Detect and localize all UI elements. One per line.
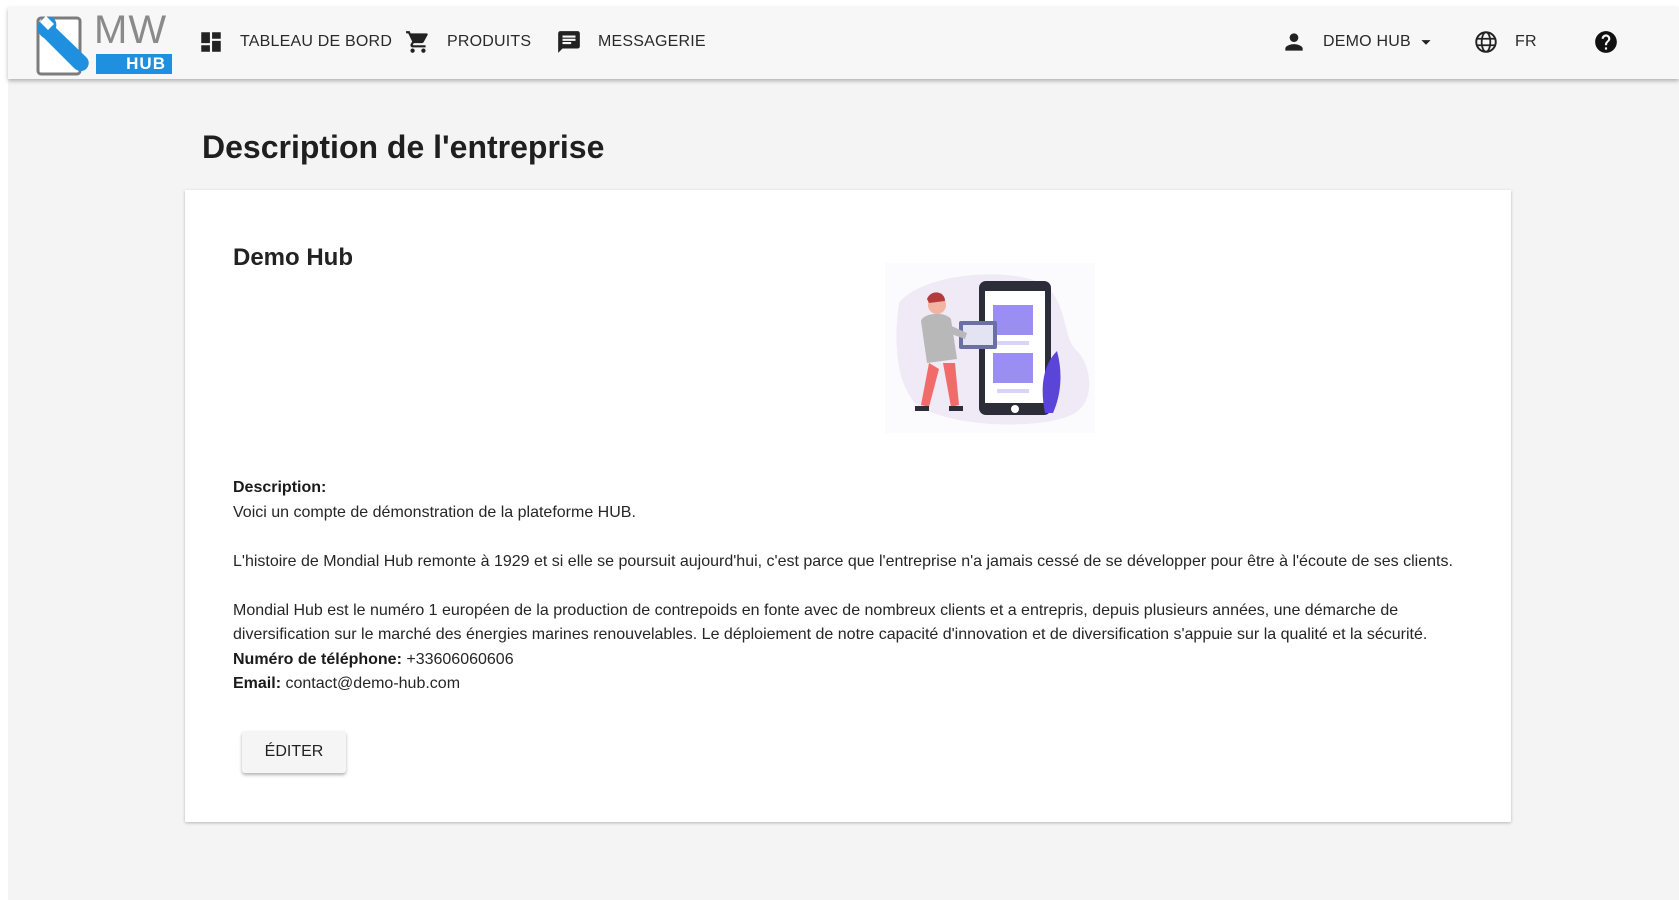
mw-hub-logo[interactable]: MW HUB <box>34 8 184 78</box>
user-menu[interactable]: DEMO HUB <box>1281 27 1437 57</box>
phone-row: Numéro de téléphone: +33606060606 <box>233 648 1473 673</box>
phone-value: +33606060606 <box>406 650 514 668</box>
language-label: FR <box>1515 33 1537 50</box>
cart-icon <box>406 31 428 53</box>
language-selector[interactable]: FR <box>1473 27 1537 57</box>
dashboard-icon <box>201 32 221 52</box>
app-frame: MW HUB TABLEAU DE BORD PRODUITS MESSAGER… <box>8 7 1679 900</box>
description-line-2: L'histoire de Mondial Hub remonte à 1929… <box>233 552 1453 570</box>
description-line-1: Voici un compte de démonstration de la p… <box>233 503 636 521</box>
message-icon <box>558 31 580 53</box>
nav-messaging[interactable]: MESSAGERIE <box>556 27 706 57</box>
nav-products-label: PRODUITS <box>447 33 532 50</box>
description-label: Description: <box>233 479 327 496</box>
nav-dashboard[interactable]: TABLEAU DE BORD <box>198 27 392 57</box>
nav-dashboard-label: TABLEAU DE BORD <box>240 33 393 50</box>
caret-down-icon <box>1421 40 1431 45</box>
company-illustration <box>885 263 1095 433</box>
help-button[interactable] <box>1593 27 1619 57</box>
company-name: Demo Hub <box>233 244 353 271</box>
phone-label: Numéro de téléphone: <box>233 650 402 668</box>
email-value: contact@demo-hub.com <box>285 675 461 692</box>
email-row: Email: contact@demo-hub.com <box>233 672 1473 697</box>
globe-icon <box>1475 31 1497 53</box>
user-menu-label: DEMO HUB <box>1323 33 1411 50</box>
person-icon <box>1285 33 1303 51</box>
edit-button[interactable]: ÉDITER <box>242 731 346 773</box>
wrench-logo-icon <box>36 16 89 76</box>
page-title: Description de l'entreprise <box>202 129 605 165</box>
company-card: Demo Hub Description: Voici un compte de… <box>185 190 1511 822</box>
logo-hub-badge: HUB <box>96 54 172 74</box>
help-icon <box>1595 31 1617 53</box>
company-details: Description: Voici un compte de démonstr… <box>233 476 1473 697</box>
logo-text: MW <box>94 8 168 52</box>
nav-products[interactable]: PRODUITS <box>405 27 531 57</box>
nav-messaging-label: MESSAGERIE <box>598 33 706 50</box>
top-navigation-bar: MW HUB TABLEAU DE BORD PRODUITS MESSAGER… <box>8 7 1679 79</box>
email-label: Email: <box>233 675 282 692</box>
description-line-3: Mondial Hub est le numéro 1 européen de … <box>233 601 1428 644</box>
